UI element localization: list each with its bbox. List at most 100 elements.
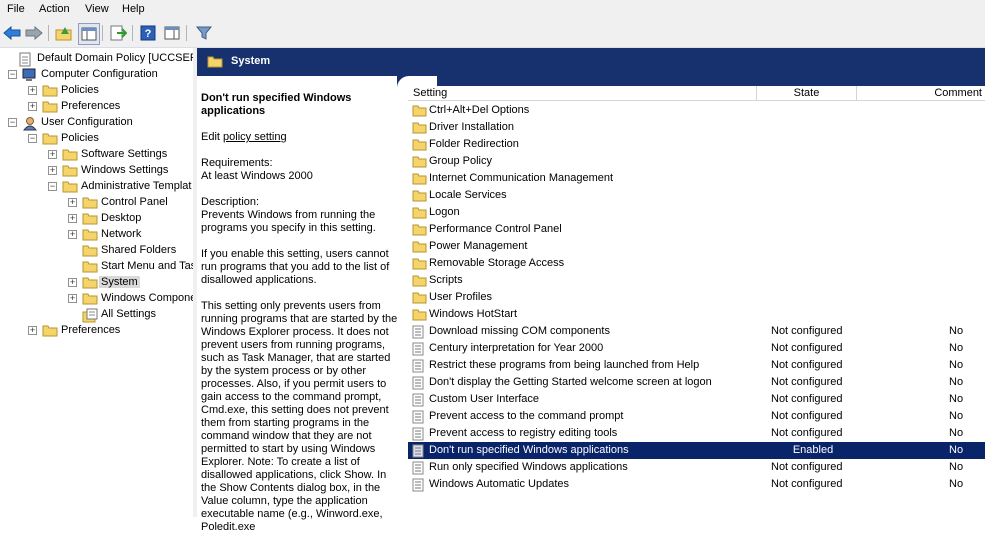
setting-name: Locale Services xyxy=(429,189,507,201)
expand-icon[interactable]: + xyxy=(68,278,77,287)
expand-icon[interactable]: + xyxy=(48,150,57,159)
up-folder-icon[interactable] xyxy=(54,23,74,43)
tree-node-label: System xyxy=(99,276,140,288)
properties-pane-icon[interactable] xyxy=(162,23,182,43)
list-setting-row[interactable]: Restrict these programs from being launc… xyxy=(408,357,985,374)
setting-comment: No xyxy=(949,342,964,354)
column-header-comment[interactable]: Comment xyxy=(857,86,985,101)
list-setting-row[interactable]: Don't display the Getting Started welcom… xyxy=(408,374,985,391)
tree-node-label: Computer Configuration xyxy=(41,68,158,80)
expand-icon[interactable]: + xyxy=(28,102,37,111)
policy-title: Don't run specified Windows applications xyxy=(201,92,352,117)
setting-state: Enabled xyxy=(792,444,834,456)
tree-node-label: Desktop xyxy=(101,212,142,224)
menu-help[interactable]: Help xyxy=(122,3,145,15)
expand-icon[interactable]: + xyxy=(68,294,77,303)
details-pane: System Don't run specified Windows appli… xyxy=(197,48,985,533)
list-folder-row[interactable]: Windows HotStart xyxy=(408,306,985,323)
folder-icon xyxy=(412,189,427,205)
show-hide-tree-icon[interactable] xyxy=(78,23,100,45)
expand-icon[interactable]: + xyxy=(68,198,77,207)
policy-setting-link[interactable]: policy setting xyxy=(223,131,287,143)
tree-node-label: User Configuration xyxy=(41,116,133,128)
description-label: Description: xyxy=(201,196,260,208)
setting-state: Not configured xyxy=(771,376,843,388)
folder-icon xyxy=(412,257,427,273)
list-setting-row[interactable]: Century interpretation for Year 2000 Not … xyxy=(408,340,985,357)
edit-prefix: Edit xyxy=(201,131,224,143)
edit-line: Edit policy setting xyxy=(201,131,401,144)
menu-bar: File Action View Help xyxy=(0,0,985,19)
expand-icon[interactable]: + xyxy=(68,214,77,223)
setting-name: Restrict these programs from being launc… xyxy=(429,359,700,371)
section-title: System xyxy=(231,55,271,67)
setting-name: Group Policy xyxy=(429,155,492,167)
setting-comment: No xyxy=(949,325,964,337)
forward-icon[interactable] xyxy=(24,23,44,43)
collapse-icon[interactable]: − xyxy=(48,182,57,191)
setting-name: Custom User Interface xyxy=(429,393,540,405)
folder-icon xyxy=(412,121,427,137)
list-folder-row[interactable]: Folder Redirection xyxy=(408,136,985,153)
setting-name: Download missing COM components xyxy=(429,325,610,337)
setting-state: Not configured xyxy=(771,427,843,439)
menu-action[interactable]: Action xyxy=(39,3,70,15)
setting-name: Windows Automatic Updates xyxy=(429,478,570,490)
folder-icon xyxy=(412,240,427,256)
requirements-label: Requirements: xyxy=(201,157,273,169)
filter-icon[interactable] xyxy=(194,23,214,43)
setting-name: Run only specified Windows applications xyxy=(429,461,628,473)
list-setting-row[interactable]: Custom User Interface Not configured No xyxy=(408,391,985,408)
export-list-icon[interactable] xyxy=(108,23,128,43)
setting-state: Not configured xyxy=(771,359,843,371)
list-setting-row[interactable]: Don't run specified Windows applications… xyxy=(408,442,985,459)
menu-view[interactable]: View xyxy=(85,3,109,15)
column-header-setting[interactable]: Setting xyxy=(408,86,757,101)
list-setting-row[interactable]: Prevent access to the command prompt Not … xyxy=(408,408,985,425)
expand-icon[interactable]: + xyxy=(28,86,37,95)
list-folder-row[interactable]: Performance Control Panel xyxy=(408,221,985,238)
back-icon[interactable] xyxy=(2,23,22,43)
list-folder-row[interactable]: User Profiles xyxy=(408,289,985,306)
list-folder-row[interactable]: Removable Storage Access xyxy=(408,255,985,272)
list-folder-row[interactable]: Logon xyxy=(408,204,985,221)
expand-icon[interactable]: + xyxy=(68,230,77,239)
list-folder-row[interactable]: Internet Communication Management xyxy=(408,170,985,187)
expand-icon[interactable]: + xyxy=(28,326,37,335)
folder-icon xyxy=(62,148,78,164)
setting-name: Ctrl+Alt+Del Options xyxy=(429,104,530,116)
collapse-icon[interactable]: − xyxy=(8,118,17,127)
setting-comment: No xyxy=(949,359,964,371)
setting-name: Don't run specified Windows applications xyxy=(429,444,629,456)
setting-name: User Profiles xyxy=(429,291,492,303)
list-folder-row[interactable]: Driver Installation xyxy=(408,119,985,136)
list-setting-row[interactable]: Windows Automatic Updates Not configured N… xyxy=(408,476,985,493)
folder-icon xyxy=(82,260,98,276)
setting-name: Prevent access to the command prompt xyxy=(429,410,624,422)
description-para2: If you enable this setting, users cannot… xyxy=(201,248,390,286)
tree-node-label: Policies xyxy=(61,84,99,96)
list-folder-row[interactable]: Ctrl+Alt+Del Options xyxy=(408,102,985,119)
collapse-icon[interactable]: − xyxy=(28,134,37,143)
folder-icon xyxy=(207,55,223,71)
list-setting-row[interactable]: Download missing COM components Not confi… xyxy=(408,323,985,340)
collapse-icon[interactable]: − xyxy=(8,70,17,79)
expand-icon[interactable]: + xyxy=(48,166,57,175)
list-folder-row[interactable]: Power Management xyxy=(408,238,985,255)
list-folder-row[interactable]: Group Policy xyxy=(408,153,985,170)
tree-node-label: Start Menu and Tas xyxy=(101,260,193,272)
folder-icon xyxy=(82,228,98,244)
list-setting-row[interactable]: Run only specified Windows applications N… xyxy=(408,459,985,476)
setting-name: Don't display the Getting Started welcom… xyxy=(429,376,712,388)
setting-comment: No xyxy=(949,376,964,388)
list-folder-row[interactable]: Locale Services xyxy=(408,187,985,204)
folder-icon xyxy=(82,276,98,292)
help-icon[interactable]: ? xyxy=(138,23,158,43)
list-setting-row[interactable]: Prevent access to registry editing tools… xyxy=(408,425,985,442)
menu-file[interactable]: File xyxy=(7,3,25,15)
folder-icon xyxy=(42,100,58,116)
list-folder-row[interactable]: Scripts xyxy=(408,272,985,289)
column-header-state[interactable]: State xyxy=(757,86,857,101)
description-para3: This setting only prevents users from ru… xyxy=(201,300,398,533)
section-header: System xyxy=(197,48,985,76)
